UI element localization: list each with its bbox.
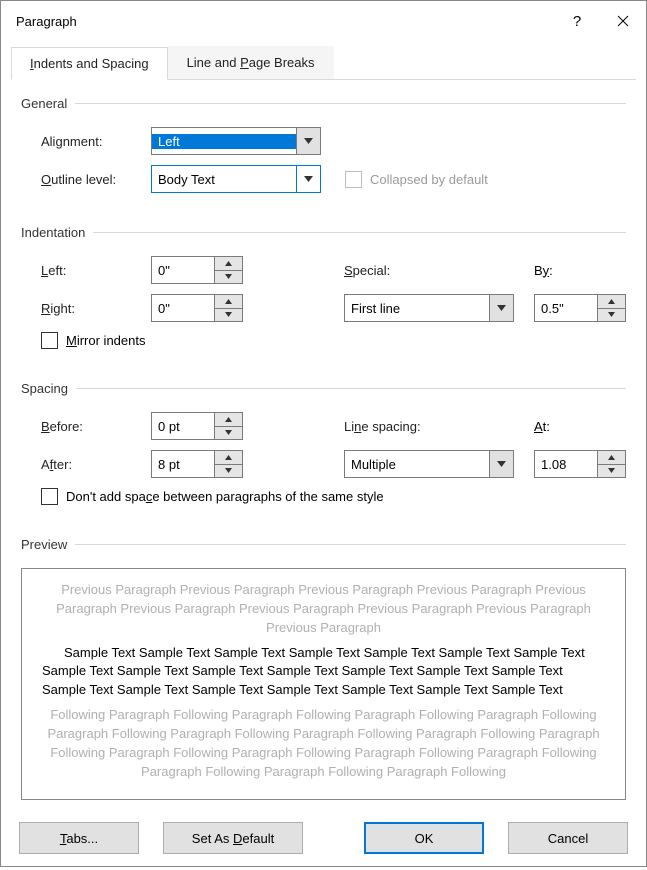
alignment-select[interactable]: Left bbox=[151, 127, 321, 155]
dont-add-space-checkbox[interactable]: Don't add space between paragraphs of th… bbox=[41, 488, 384, 505]
by-spinner[interactable] bbox=[534, 294, 626, 322]
special-select[interactable]: First line bbox=[344, 294, 514, 322]
spin-down-icon[interactable] bbox=[215, 465, 242, 478]
tabs-button[interactable]: Tabs... bbox=[19, 822, 139, 854]
spin-up-icon[interactable] bbox=[215, 451, 242, 465]
spin-up-icon[interactable] bbox=[598, 451, 625, 465]
special-label: Special: bbox=[344, 263, 464, 278]
close-button[interactable] bbox=[600, 1, 646, 41]
dialog-title: Paragraph bbox=[16, 14, 554, 29]
spin-down-icon[interactable] bbox=[215, 271, 242, 284]
before-input[interactable] bbox=[152, 413, 214, 439]
preview-following: Following Paragraph Following Paragraph … bbox=[42, 706, 605, 781]
preview-previous: Previous Paragraph Previous Paragraph Pr… bbox=[42, 581, 605, 638]
collapsed-checkbox: Collapsed by default bbox=[345, 171, 488, 188]
tab-indents-spacing[interactable]: Indents and Spacing bbox=[11, 47, 168, 80]
line-spacing-label: Line spacing: bbox=[344, 419, 464, 434]
preview-box: Previous Paragraph Previous Paragraph Pr… bbox=[21, 568, 626, 800]
indent-left-spinner[interactable] bbox=[151, 256, 243, 284]
tab-strip: Indents and Spacing Line and Page Breaks bbox=[1, 41, 646, 80]
group-spacing-label: Spacing bbox=[21, 381, 76, 396]
spin-down-icon[interactable] bbox=[215, 427, 242, 440]
before-label: Before: bbox=[41, 419, 151, 434]
group-spacing: Spacing Before: Line spacing: At: After: bbox=[21, 381, 626, 515]
after-spinner[interactable] bbox=[151, 450, 243, 478]
help-button[interactable]: ? bbox=[554, 1, 600, 41]
ok-button[interactable]: OK bbox=[364, 822, 484, 854]
preview-sample: Sample Text Sample Text Sample Text Samp… bbox=[42, 644, 605, 701]
by-label: By: bbox=[534, 263, 584, 278]
mirror-indents-checkbox[interactable]: Mirror indents bbox=[41, 332, 145, 349]
tab-line-page-breaks[interactable]: Line and Page Breaks bbox=[168, 46, 334, 79]
indent-left-input[interactable] bbox=[152, 257, 214, 283]
group-preview: Preview Previous Paragraph Previous Para… bbox=[21, 537, 626, 800]
set-default-button[interactable]: Set As Default bbox=[163, 822, 303, 854]
group-indentation: Indentation Left: Special: By: Right: bbox=[21, 225, 626, 359]
at-label: At: bbox=[534, 419, 584, 434]
after-label: After: bbox=[41, 457, 151, 472]
close-icon bbox=[617, 15, 629, 27]
outline-level-select[interactable]: Body Text bbox=[151, 165, 321, 193]
paragraph-dialog: Paragraph ? Indents and Spacing Line and… bbox=[0, 0, 647, 867]
alignment-label: Alignment: bbox=[41, 134, 151, 149]
spin-up-icon[interactable] bbox=[215, 295, 242, 309]
indent-left-label: Left: bbox=[41, 263, 151, 278]
chevron-down-icon[interactable] bbox=[296, 166, 320, 192]
group-preview-label: Preview bbox=[21, 537, 75, 552]
chevron-down-icon[interactable] bbox=[296, 128, 320, 154]
group-indentation-label: Indentation bbox=[21, 225, 93, 240]
spin-up-icon[interactable] bbox=[215, 413, 242, 427]
after-input[interactable] bbox=[152, 451, 214, 477]
spin-down-icon[interactable] bbox=[598, 465, 625, 478]
line-spacing-select[interactable]: Multiple bbox=[344, 450, 514, 478]
spin-up-icon[interactable] bbox=[215, 257, 242, 271]
chevron-down-icon[interactable] bbox=[489, 295, 513, 321]
titlebar: Paragraph ? bbox=[1, 1, 646, 41]
by-input[interactable] bbox=[535, 295, 597, 321]
group-general-label: General bbox=[21, 96, 75, 111]
chevron-down-icon[interactable] bbox=[489, 451, 513, 477]
spin-down-icon[interactable] bbox=[215, 309, 242, 322]
indent-right-spinner[interactable] bbox=[151, 294, 243, 322]
dialog-footer: Tabs... Set As Default OK Cancel bbox=[1, 810, 646, 870]
cancel-button[interactable]: Cancel bbox=[508, 822, 628, 854]
spin-down-icon[interactable] bbox=[598, 309, 625, 322]
before-spinner[interactable] bbox=[151, 412, 243, 440]
spin-up-icon[interactable] bbox=[598, 295, 625, 309]
at-spinner[interactable] bbox=[534, 450, 626, 478]
at-input[interactable] bbox=[535, 451, 597, 477]
outline-level-label: Outline level: bbox=[41, 172, 151, 187]
indent-right-label: Right: bbox=[41, 301, 151, 316]
indent-right-input[interactable] bbox=[152, 295, 214, 321]
group-general: General Alignment: Left Outline level: B… bbox=[21, 96, 626, 203]
